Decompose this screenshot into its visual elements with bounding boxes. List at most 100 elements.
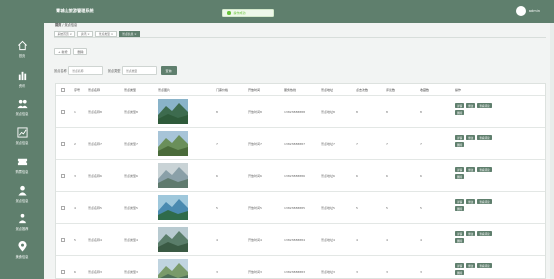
cell-idx: 4 xyxy=(74,205,76,210)
edit-button[interactable]: 修改 xyxy=(466,263,476,268)
row-delete-button[interactable]: 删除 xyxy=(455,238,465,243)
sidebar-item-tickets[interactable]: 购票信息 xyxy=(0,156,44,174)
user-menu[interactable]: admin xyxy=(515,6,540,16)
review-button[interactable]: 查看评论 xyxy=(477,263,492,268)
review-button[interactable]: 查看评论 xyxy=(477,167,492,172)
type-search-input[interactable] xyxy=(122,66,157,75)
cell-clicks: 3 xyxy=(356,269,358,274)
add-button[interactable]: + 新增 xyxy=(54,48,72,55)
cell-idx: 6 xyxy=(74,269,76,274)
sidebar-item-label: 购票信息 xyxy=(15,170,29,174)
sidebar-item-label: 景点信息 xyxy=(15,141,29,145)
cell-addr: 景点地址7 xyxy=(321,141,335,146)
sidebar-item-food[interactable]: 美食信息 xyxy=(0,241,44,259)
cell-favs: 7 xyxy=(420,141,422,146)
row-delete-button[interactable]: 删除 xyxy=(455,174,465,179)
detail-button[interactable]: 详情 xyxy=(455,103,465,108)
detail-button[interactable]: 详情 xyxy=(455,231,465,236)
review-button[interactable]: 查看评论 xyxy=(477,103,492,108)
cell-time: 开放时间3 xyxy=(248,269,262,274)
table-header: 序号 景点名称 景点类型 景点图片 门票价格 开放时间 服务热线 景点地址 点击… xyxy=(56,84,545,96)
col-header: 操作 xyxy=(455,87,462,92)
trend-icon xyxy=(16,127,28,138)
username: admin xyxy=(528,9,540,13)
review-button[interactable]: 查看评论 xyxy=(477,231,492,236)
select-all-checkbox[interactable] xyxy=(61,87,65,92)
sidebar-item-label: 景点信息 xyxy=(15,112,29,116)
row-delete-button[interactable]: 删除 xyxy=(455,110,465,115)
col-header: 点击次数 xyxy=(356,87,369,92)
check-icon xyxy=(227,11,231,15)
cell-price: 3 xyxy=(216,269,218,274)
cell-comments: 4 xyxy=(386,237,388,242)
data-table: 序号 景点名称 景点类型 景点图片 门票价格 开放时间 服务热线 景点地址 点击… xyxy=(55,83,546,279)
person-icon xyxy=(17,185,27,196)
edit-button[interactable]: 修改 xyxy=(466,103,476,108)
edit-button[interactable]: 修改 xyxy=(466,135,476,140)
cell-type: 景点类型5 xyxy=(124,205,138,210)
review-button[interactable]: 查看评论 xyxy=(477,199,492,204)
col-header: 门票价格 xyxy=(216,87,229,92)
cell-time: 开放时间5 xyxy=(248,205,262,210)
table-row: 3 景点名称6 景点类型6 6 开放时间6 13823888886 景点地址6 6 6 6 详情修… xyxy=(56,160,545,192)
cell-name: 景点名称7 xyxy=(88,141,102,146)
row-checkbox[interactable] xyxy=(61,237,65,242)
cell-type: 景点类型6 xyxy=(124,173,138,178)
cell-addr: 景点地址8 xyxy=(321,109,335,114)
cell-addr: 景点地址4 xyxy=(321,237,335,242)
detail-button[interactable]: 详情 xyxy=(455,135,465,140)
row-checkbox[interactable] xyxy=(61,173,65,178)
name-search-input[interactable] xyxy=(68,66,104,75)
sidebar-item-news[interactable]: 资讯 xyxy=(0,70,44,88)
row-actions: 详情 修改 查看评论 删除 xyxy=(455,199,492,211)
row-actions: 详情 修改 查看评论 删除 xyxy=(455,103,492,115)
cell-time: 开放时间7 xyxy=(248,141,262,146)
cell-time: 开放时间6 xyxy=(248,173,262,178)
sidebar-item-label: 美食信息 xyxy=(15,255,29,259)
cell-type: 景点类型4 xyxy=(124,237,138,242)
cell-phone: 13823888886 xyxy=(284,173,305,178)
table-row: 1 景点名称8 景点类型8 8 开放时间8 13823888888 景点地址8 8 8 8 详情修… xyxy=(56,96,545,128)
row-checkbox[interactable] xyxy=(61,269,65,274)
pin-icon xyxy=(17,241,27,252)
sidebar-item-spots[interactable]: 景点信息 xyxy=(0,98,44,116)
cell-phone: 13823888888 xyxy=(284,109,305,114)
row-delete-button[interactable]: 删除 xyxy=(455,206,465,211)
review-button[interactable]: 查看评论 xyxy=(477,135,492,140)
cell-clicks: 4 xyxy=(356,237,358,242)
main-content: 首页 / 景点信息 系统首页 × 资讯 × 景点类型 × 景点信息 × + 新增… xyxy=(44,23,554,279)
detail-button[interactable]: 详情 xyxy=(455,199,465,204)
col-header: 景点图片 xyxy=(158,87,171,92)
row-delete-button[interactable]: 删除 xyxy=(455,270,465,275)
avatar[interactable] xyxy=(515,6,526,16)
cell-comments: 8 xyxy=(386,109,388,114)
sidebar-item-recommend[interactable]: 景点推荐 xyxy=(0,213,44,231)
row-checkbox[interactable] xyxy=(61,141,65,146)
scrollbar[interactable] xyxy=(550,23,554,279)
spot-image xyxy=(158,195,188,220)
search-button[interactable]: 查询 xyxy=(160,66,177,75)
cell-phone: 13823888883 xyxy=(284,269,305,274)
delete-button[interactable]: 删除 xyxy=(73,48,88,55)
edit-button[interactable]: 修改 xyxy=(466,167,476,172)
spot-image xyxy=(158,163,188,188)
sidebar-item-home[interactable]: 首页 xyxy=(0,40,44,58)
row-checkbox[interactable] xyxy=(61,109,65,114)
sidebar-item-label: 景点信息 xyxy=(15,199,29,203)
cell-name: 景点名称8 xyxy=(88,109,102,114)
home-icon xyxy=(17,40,27,51)
sidebar-item-spot-info-2[interactable]: 景点信息 xyxy=(0,185,44,203)
cell-clicks: 8 xyxy=(356,109,358,114)
detail-button[interactable]: 详情 xyxy=(455,167,465,172)
breadcrumb-home[interactable]: 首页 xyxy=(55,23,61,27)
detail-button[interactable]: 详情 xyxy=(455,263,465,268)
sidebar: 首页 资讯 景点信息 景点信息 购票信息 景点信息 景点推荐 美食信息 xyxy=(0,23,44,279)
edit-button[interactable]: 修改 xyxy=(466,231,476,236)
cell-price: 5 xyxy=(216,205,218,210)
row-checkbox[interactable] xyxy=(61,205,65,210)
edit-button[interactable]: 修改 xyxy=(466,199,476,204)
cell-addr: 景点地址5 xyxy=(321,205,335,210)
row-delete-button[interactable]: 删除 xyxy=(455,142,465,147)
sidebar-item-spot-info[interactable]: 景点信息 xyxy=(0,127,44,145)
cell-phone: 13823888887 xyxy=(284,141,305,146)
